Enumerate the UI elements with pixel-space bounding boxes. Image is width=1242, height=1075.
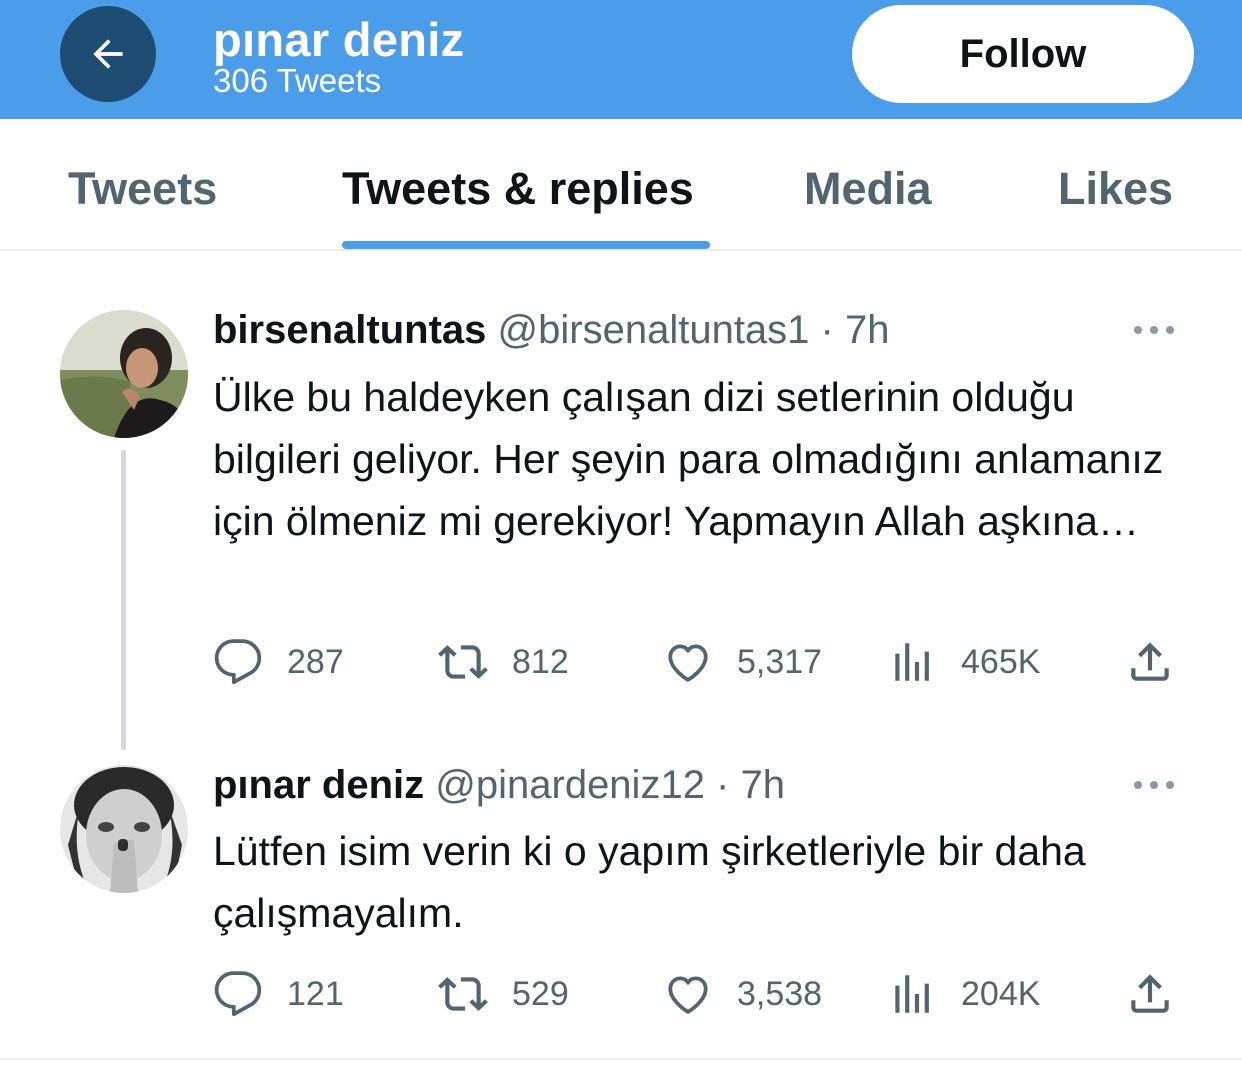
heart-icon bbox=[668, 976, 708, 1014]
reply-bubble-icon bbox=[214, 971, 262, 1017]
retweet-button[interactable]: 529 bbox=[438, 964, 569, 1024]
share-upload-icon bbox=[1131, 642, 1169, 681]
profile-header: pınar deniz 306 Tweets Follow bbox=[0, 0, 1242, 119]
reply-count: 287 bbox=[287, 642, 344, 681]
back-button[interactable] bbox=[60, 6, 156, 102]
avatar[interactable] bbox=[60, 765, 188, 893]
retweet-count: 812 bbox=[512, 642, 569, 681]
profile-tabs: Tweets Tweets & replies Media Likes bbox=[0, 119, 1242, 251]
retweet-button[interactable]: 812 bbox=[438, 632, 569, 692]
like-count: 5,317 bbox=[737, 642, 823, 681]
tweet-text: Ülke bu haldeyken çalışan dizi setlerini… bbox=[213, 374, 1164, 544]
reply-button[interactable]: 287 bbox=[213, 632, 344, 692]
avatar-photo bbox=[60, 310, 188, 438]
more-icon[interactable] bbox=[1130, 323, 1178, 337]
reply-count: 121 bbox=[287, 974, 344, 1013]
retweet-count: 529 bbox=[512, 974, 569, 1013]
views-count: 204K bbox=[961, 974, 1041, 1013]
author-name[interactable]: pınar deniz bbox=[213, 763, 424, 807]
tab-media[interactable]: Media bbox=[804, 163, 932, 215]
author-handle-time[interactable]: @pinardeniz12 · 7h bbox=[435, 763, 785, 807]
views-button[interactable]: 204K bbox=[887, 964, 1040, 1024]
like-count: 3,538 bbox=[737, 974, 823, 1013]
tweet-header: birsenaltuntas @birsenaltuntas1 · 7h bbox=[213, 308, 889, 353]
active-tab-indicator bbox=[342, 241, 710, 249]
share-button[interactable] bbox=[1125, 964, 1199, 1024]
thread-connector-line bbox=[121, 450, 126, 750]
views-count: 465K bbox=[961, 642, 1041, 681]
views-button[interactable]: 465K bbox=[887, 632, 1040, 692]
profile-name: pınar deniz bbox=[213, 13, 465, 66]
tweet-header: pınar deniz @pinardeniz12 · 7h bbox=[213, 763, 785, 808]
tweet-text: Lütfen isim verin ki o yapım şirketleriy… bbox=[213, 828, 1086, 936]
more-icon[interactable] bbox=[1130, 778, 1178, 792]
arrow-left-icon bbox=[93, 39, 123, 69]
reply-button[interactable]: 121 bbox=[213, 964, 344, 1024]
avatar-photo bbox=[60, 765, 188, 893]
avatar[interactable] bbox=[60, 310, 188, 438]
tab-tweets[interactable]: Tweets bbox=[68, 163, 217, 215]
views-bar-icon bbox=[895, 975, 929, 1013]
retweet-icon bbox=[438, 977, 488, 1011]
tweet-count: 306 Tweets bbox=[213, 62, 382, 99]
author-handle-time[interactable]: @birsenaltuntas1 · 7h bbox=[498, 308, 890, 352]
tab-likes[interactable]: Likes bbox=[1058, 163, 1173, 215]
tab-tweets-and-replies[interactable]: Tweets & replies bbox=[342, 163, 694, 215]
like-button[interactable]: 5,317 bbox=[663, 632, 822, 692]
like-button[interactable]: 3,538 bbox=[663, 964, 822, 1024]
heart-icon bbox=[668, 644, 708, 682]
tweet-actions: 287 812 5,317 465K bbox=[213, 632, 1193, 692]
share-button[interactable] bbox=[1125, 632, 1199, 692]
follow-button[interactable]: Follow bbox=[852, 5, 1194, 103]
share-upload-icon bbox=[1131, 974, 1169, 1013]
timeline-divider bbox=[0, 1058, 1242, 1060]
reply-bubble-icon bbox=[214, 639, 262, 685]
author-name[interactable]: birsenaltuntas bbox=[213, 308, 486, 352]
retweet-icon bbox=[438, 645, 488, 679]
views-bar-icon bbox=[895, 643, 929, 681]
tweet-actions: 121 529 3,538 204K bbox=[213, 964, 1193, 1024]
